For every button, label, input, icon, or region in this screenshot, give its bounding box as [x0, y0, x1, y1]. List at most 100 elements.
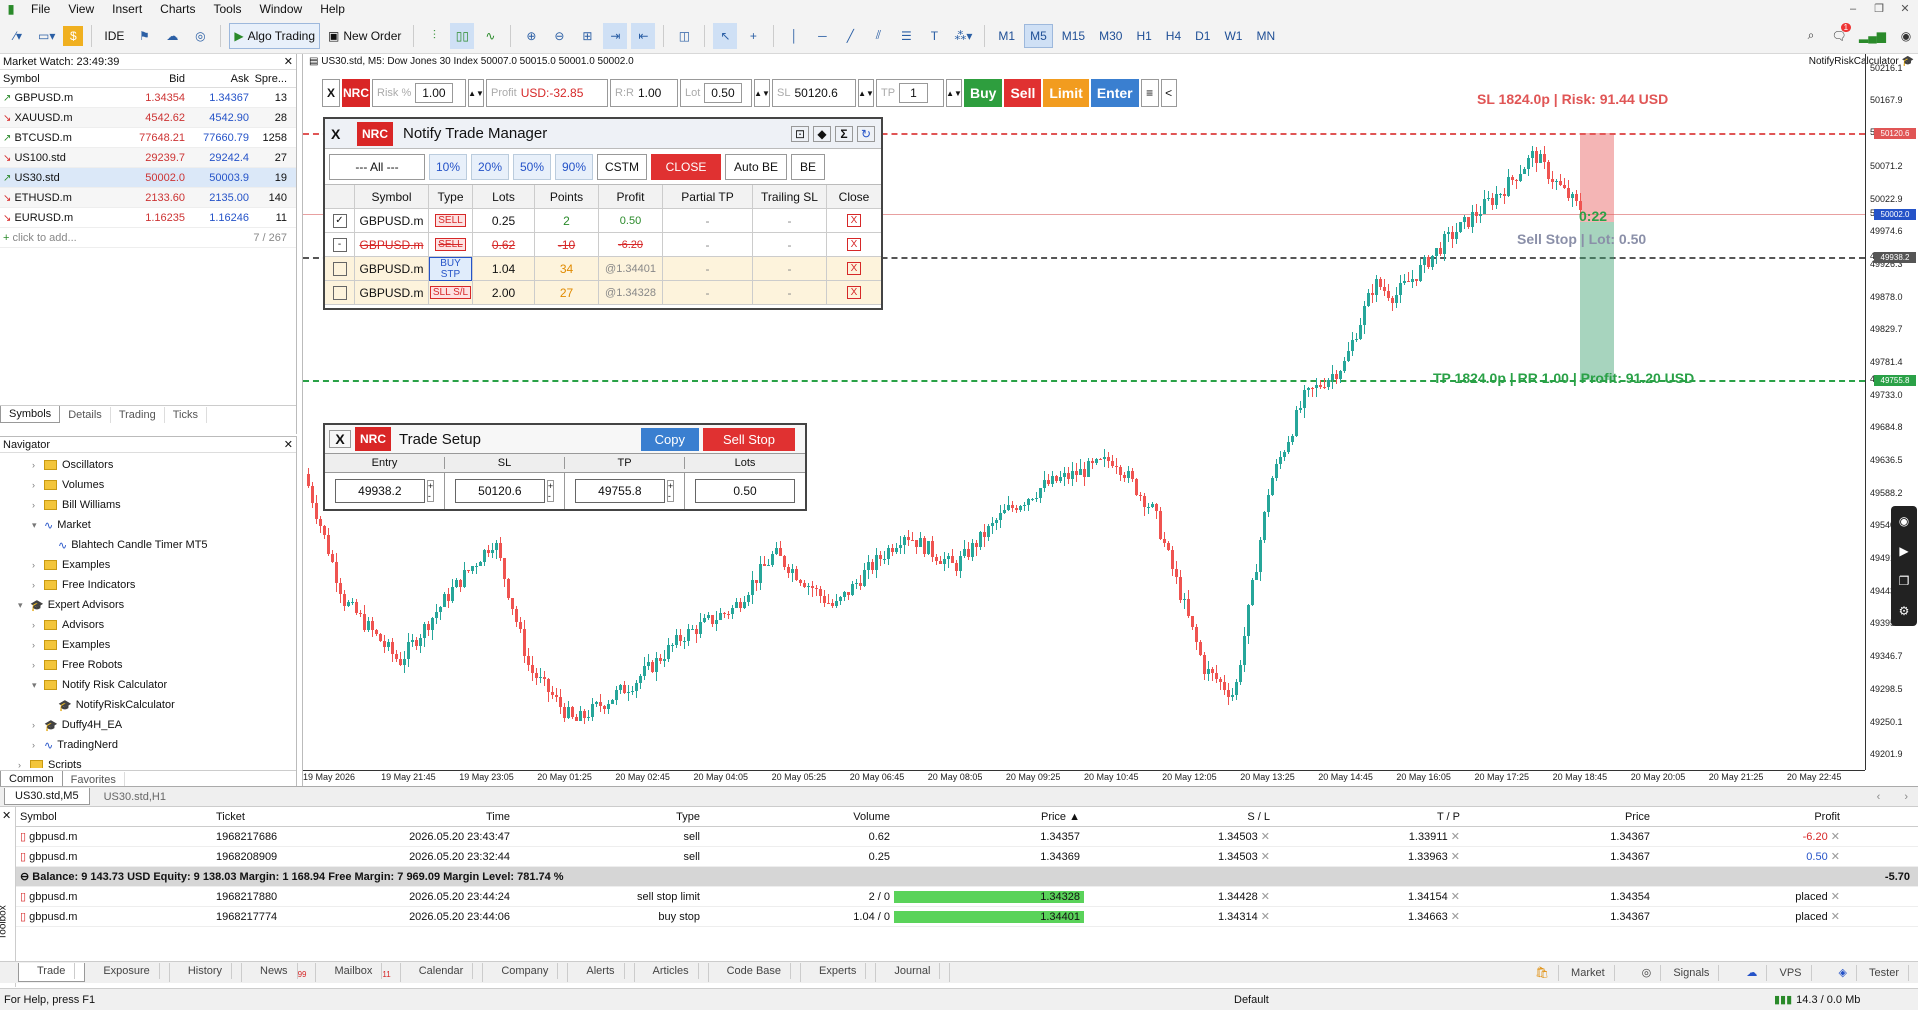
toolbox-tab-company[interactable]: Company: [483, 963, 569, 982]
chart-tab-m5[interactable]: US30.std,M5: [4, 788, 90, 805]
col-symbol[interactable]: Symbol: [0, 73, 120, 85]
bar-chart-icon[interactable]: ⫶: [422, 23, 446, 49]
navigator-item[interactable]: › Examples: [0, 555, 296, 575]
navigator-item[interactable]: › Advisors: [0, 615, 296, 635]
col-bid[interactable]: Bid: [120, 73, 185, 85]
navigator-item[interactable]: › Volumes: [0, 475, 296, 495]
tm-close-button[interactable]: X: [846, 238, 862, 251]
tf-w1[interactable]: W1: [1219, 24, 1247, 48]
menu-tools[interactable]: Tools: [205, 2, 251, 16]
enter-button[interactable]: Enter: [1090, 79, 1139, 107]
th-tp[interactable]: T / P: [1274, 811, 1464, 823]
tm-partial-tp[interactable]: -: [663, 281, 753, 304]
rr-field[interactable]: R:R 1.00: [610, 79, 678, 107]
toolbox-tab-calendar[interactable]: Calendar: [401, 963, 484, 982]
calculator-icon[interactable]: ⊡: [791, 125, 809, 142]
cloud-icon[interactable]: ☁: [160, 23, 184, 49]
sl-field[interactable]: SL 50120.6: [772, 79, 856, 107]
close-icon[interactable]: ✕: [1892, 0, 1918, 18]
tm-trailing-sl[interactable]: -: [753, 209, 827, 232]
th-ticket[interactable]: Ticket: [212, 811, 378, 823]
chevron-right-icon[interactable]: ›: [32, 740, 44, 750]
th-time[interactable]: Time: [378, 811, 514, 823]
position-row[interactable]: ▯ gbpusd.m 1968217686 2026.05.20 23:43:47 s…: [16, 827, 1918, 847]
chevron-right-icon[interactable]: ›: [32, 560, 44, 570]
tm-partial-tp[interactable]: -: [663, 209, 753, 232]
chevron-right-icon[interactable]: ›: [32, 640, 44, 650]
text-icon[interactable]: T: [922, 23, 946, 49]
tm-partial-tp[interactable]: -: [663, 257, 753, 280]
sl-input-stepper[interactable]: + -: [546, 480, 555, 502]
navigator-item[interactable]: ▾ 🎓 Expert Advisors: [0, 595, 296, 615]
zoom-out-icon[interactable]: ⊖: [547, 23, 571, 49]
close-panel-button[interactable]: X: [322, 79, 340, 107]
market-watch-row[interactable]: ↘ XAUUSD.m 4542.62 4542.90 28: [0, 108, 296, 128]
navigator-item[interactable]: › Free Indicators: [0, 575, 296, 595]
position-row[interactable]: ▯ gbpusd.m 1968208909 2026.05.20 23:32:44 s…: [16, 847, 1918, 867]
tm-close-button[interactable]: X: [846, 214, 862, 227]
tile-windows-icon[interactable]: ⊞: [575, 23, 599, 49]
user-account-icon[interactable]: ◉: [1894, 23, 1918, 49]
pct-20-button[interactable]: 20%: [471, 153, 509, 180]
row-checkbox[interactable]: -: [332, 237, 347, 252]
settings-icon[interactable]: ⚙: [1899, 604, 1910, 618]
th-symbol[interactable]: Symbol: [16, 811, 212, 823]
candle-chart-icon[interactable]: ▯▯: [450, 22, 475, 49]
toolbox-tab-code-base[interactable]: Code Base: [709, 963, 802, 982]
tf-m5[interactable]: M5: [1024, 23, 1053, 48]
market-watch-row[interactable]: ↗ GBPUSD.m 1.34354 1.34367 13: [0, 88, 296, 108]
order-row[interactable]: ▯ gbpusd.m 1968217774 2026.05.20 23:44:06 b…: [16, 907, 1918, 927]
line-chart-icon[interactable]: ∿: [478, 23, 502, 49]
tf-mn[interactable]: MN: [1251, 24, 1280, 48]
horizontal-line-icon[interactable]: ─: [810, 23, 834, 49]
entry-input[interactable]: 49938.2: [334, 479, 425, 503]
row-checkbox[interactable]: ✓: [332, 213, 347, 228]
new-order-button[interactable]: ▣ New Order: [324, 23, 405, 49]
row-checkbox[interactable]: [332, 261, 347, 276]
chevron-right-icon[interactable]: ›: [32, 660, 44, 670]
notifications-icon[interactable]: 🗨 1: [1827, 22, 1852, 49]
pct-50-button[interactable]: 50%: [513, 153, 551, 180]
menu-file[interactable]: File: [22, 2, 59, 16]
copy-icon[interactable]: ❐: [1899, 574, 1910, 588]
navigator-item[interactable]: › Examples: [0, 635, 296, 655]
restore-icon[interactable]: ❐: [1866, 0, 1892, 18]
tp-field[interactable]: TP 1: [876, 79, 944, 107]
navigator-item[interactable]: › ∿ TradingNerd: [0, 735, 296, 755]
video-icon[interactable]: ▶: [1899, 544, 1908, 558]
tf-m15[interactable]: M15: [1057, 24, 1090, 48]
entry-stepper[interactable]: + -: [426, 480, 435, 502]
lots-input[interactable]: 0.50: [695, 479, 795, 503]
market-watch-row[interactable]: ↘ US100.std 29239.7 29242.4 27: [0, 148, 296, 168]
tab-trading[interactable]: Trading: [111, 407, 165, 423]
chevron-right-icon[interactable]: ›: [32, 480, 44, 490]
toolbox-tab-alerts[interactable]: Alerts: [568, 963, 635, 982]
tab-ticks[interactable]: Ticks: [165, 407, 207, 423]
cursor-icon[interactable]: ↖: [713, 22, 738, 49]
remove-icon[interactable]: ✕: [1831, 911, 1840, 923]
close-icon[interactable]: ✕: [2, 809, 11, 822]
market-watch-row[interactable]: ↘ EURUSD.m 1.16235 1.16246 11: [0, 208, 296, 228]
th-sl[interactable]: S / L: [1084, 811, 1274, 823]
menu-charts[interactable]: Charts: [151, 2, 204, 16]
remove-icon[interactable]: ✕: [1451, 831, 1460, 843]
buy-button[interactable]: Buy: [964, 79, 1003, 107]
tm-close-button[interactable]: X: [846, 262, 862, 275]
remove-icon[interactable]: ✕: [1261, 851, 1270, 863]
close-icon[interactable]: X: [329, 430, 351, 448]
toolbox-tab-trade[interactable]: Trade: [18, 963, 86, 982]
lot-stepper[interactable]: ▲▼: [754, 79, 770, 107]
remove-icon[interactable]: ✕: [1451, 891, 1460, 903]
remove-icon[interactable]: ✕: [1831, 831, 1840, 843]
collapse-button[interactable]: <: [1160, 79, 1177, 107]
signals-icon[interactable]: ◎: [188, 23, 212, 49]
toolbox-tab-journal[interactable]: Journal: [876, 963, 951, 982]
tm-trailing-sl[interactable]: -: [753, 257, 827, 280]
menu-view[interactable]: View: [59, 2, 103, 16]
risk-stepper[interactable]: ▲▼: [468, 79, 484, 107]
be-button[interactable]: BE: [791, 153, 825, 180]
pct-10-button[interactable]: 10%: [429, 153, 467, 180]
toolbox-tab-news[interactable]: News 99: [242, 963, 317, 982]
market-watch-row[interactable]: ↗ US30.std 50002.0 50003.9 19: [0, 168, 296, 188]
algo-trading-button[interactable]: ▶ Algo Trading: [229, 22, 321, 49]
